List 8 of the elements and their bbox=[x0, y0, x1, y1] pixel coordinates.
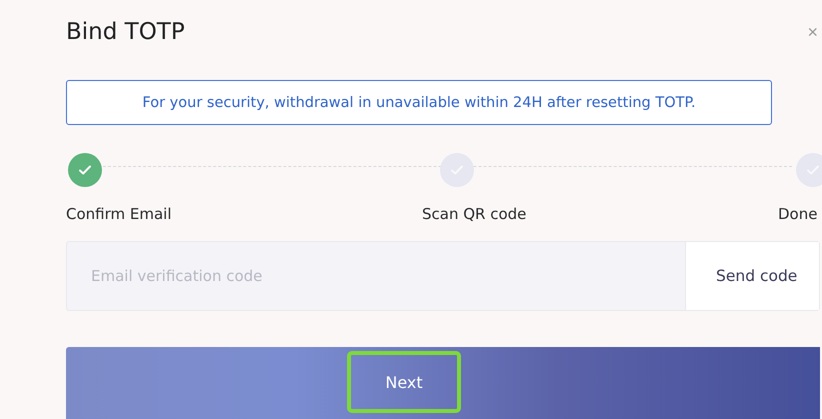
verification-code-field[interactable]: Email verification code Send code bbox=[66, 241, 820, 311]
dialog-title: Bind TOTP bbox=[66, 19, 185, 45]
next-button[interactable]: Next bbox=[347, 351, 461, 413]
step-label: Done bbox=[778, 205, 818, 223]
security-notice: For your security, withdrawal in unavailable within 24H after resetting TOTP. bbox=[66, 80, 772, 125]
step-label: Scan QR code bbox=[422, 205, 526, 223]
send-code-button[interactable]: Send code bbox=[685, 242, 819, 310]
step-label: Confirm Email bbox=[66, 205, 172, 223]
